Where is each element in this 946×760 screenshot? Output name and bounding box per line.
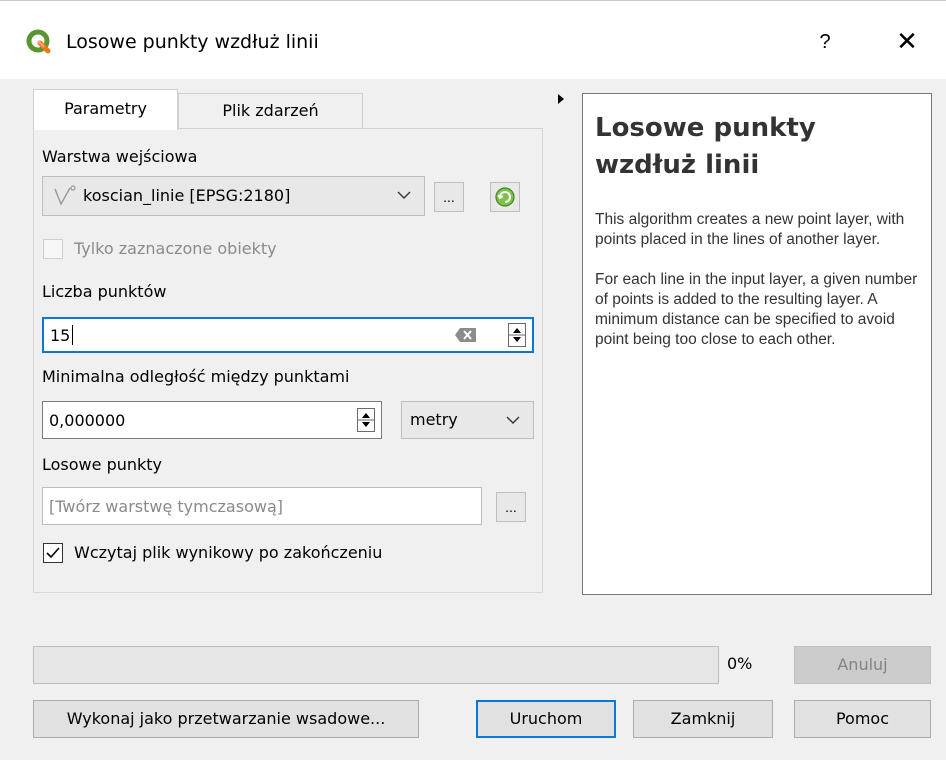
window-title: Losowe punkty wzdłuż linii	[66, 31, 319, 53]
help-panel: Losowe punkty wzdłuż linii This algorith…	[582, 93, 932, 595]
help-paragraph: For each line in the input layer, a give…	[595, 271, 918, 348]
min-distance-input[interactable]: 0,000000	[42, 401, 382, 439]
output-path-input[interactable]: [Twórz warstwę tymczasową]	[42, 487, 482, 525]
input-layer-label: Warstwa wejściowa	[42, 147, 198, 166]
collapse-help-arrow-icon[interactable]	[558, 94, 564, 104]
help-button[interactable]: Pomoc	[794, 700, 931, 738]
help-title: Losowe punkty wzdłuż linii	[595, 113, 816, 180]
input-layer-browse-button[interactable]: ...	[434, 182, 464, 212]
text-caret	[72, 325, 73, 345]
distance-unit-combo[interactable]: metry	[401, 401, 534, 439]
help-body: This algorithm creates a new point layer…	[595, 210, 925, 370]
close-button[interactable]: Zamknij	[633, 700, 773, 738]
spinner-arrows-icon	[358, 413, 374, 427]
context-help-button[interactable]: ?	[810, 27, 840, 57]
clear-text-icon[interactable]	[454, 327, 478, 343]
point-count-spinner[interactable]	[508, 323, 526, 347]
tab-parameters[interactable]: Parametry	[33, 89, 178, 130]
spinner-arrows-icon	[509, 328, 525, 342]
min-distance-value: 0,000000	[49, 411, 126, 430]
close-window-button[interactable]: ✕	[890, 25, 924, 59]
point-count-input[interactable]: 15	[42, 317, 534, 353]
dialog-window: Losowe punkty wzdłuż linii ? ✕ Parametry…	[0, 0, 946, 760]
iterate-button[interactable]	[490, 182, 520, 212]
distance-unit-value: metry	[410, 410, 458, 429]
line-layer-icon	[54, 185, 76, 206]
output-label: Losowe punkty	[42, 455, 163, 474]
iterate-icon	[495, 187, 515, 207]
input-layer-combo[interactable]: koscian_linie [EPSG:2180]	[42, 176, 425, 216]
batch-process-button[interactable]: Wykonaj jako przetwarzanie wsadowe...	[33, 700, 419, 738]
point-count-label: Liczba punktów	[42, 282, 167, 301]
input-layer-value: koscian_linie [EPSG:2180]	[83, 186, 291, 205]
qgis-logo-icon	[26, 29, 51, 54]
progress-bar	[33, 646, 719, 684]
progress-percent: 0%	[727, 654, 753, 673]
open-output-checkbox[interactable]	[43, 543, 63, 563]
checkmark-icon	[46, 547, 60, 559]
cancel-button[interactable]: Anuluj	[794, 646, 931, 684]
output-browse-button[interactable]: ...	[496, 492, 526, 522]
title-bar: Losowe punkty wzdłuż linii ? ✕	[0, 1, 946, 79]
run-button[interactable]: Uruchom	[476, 700, 616, 738]
chevron-down-icon	[397, 191, 411, 199]
min-distance-spinner[interactable]	[357, 408, 375, 432]
open-output-label: Wczytaj plik wynikowy po zakończeniu	[74, 543, 383, 562]
tab-log[interactable]: Plik zdarzeń	[178, 93, 363, 129]
parameters-panel: Warstwa wejściowa koscian_linie [EPSG:21…	[33, 128, 543, 593]
chevron-down-icon	[506, 416, 520, 424]
min-distance-label: Minimalna odległość między punktami	[42, 367, 350, 386]
point-count-value: 15	[50, 326, 71, 345]
selected-only-checkbox[interactable]	[43, 239, 63, 259]
output-path-placeholder: [Twórz warstwę tymczasową]	[49, 497, 283, 516]
selected-only-label: Tylko zaznaczone obiekty	[74, 239, 277, 258]
help-paragraph: This algorithm creates a new point layer…	[595, 211, 905, 248]
